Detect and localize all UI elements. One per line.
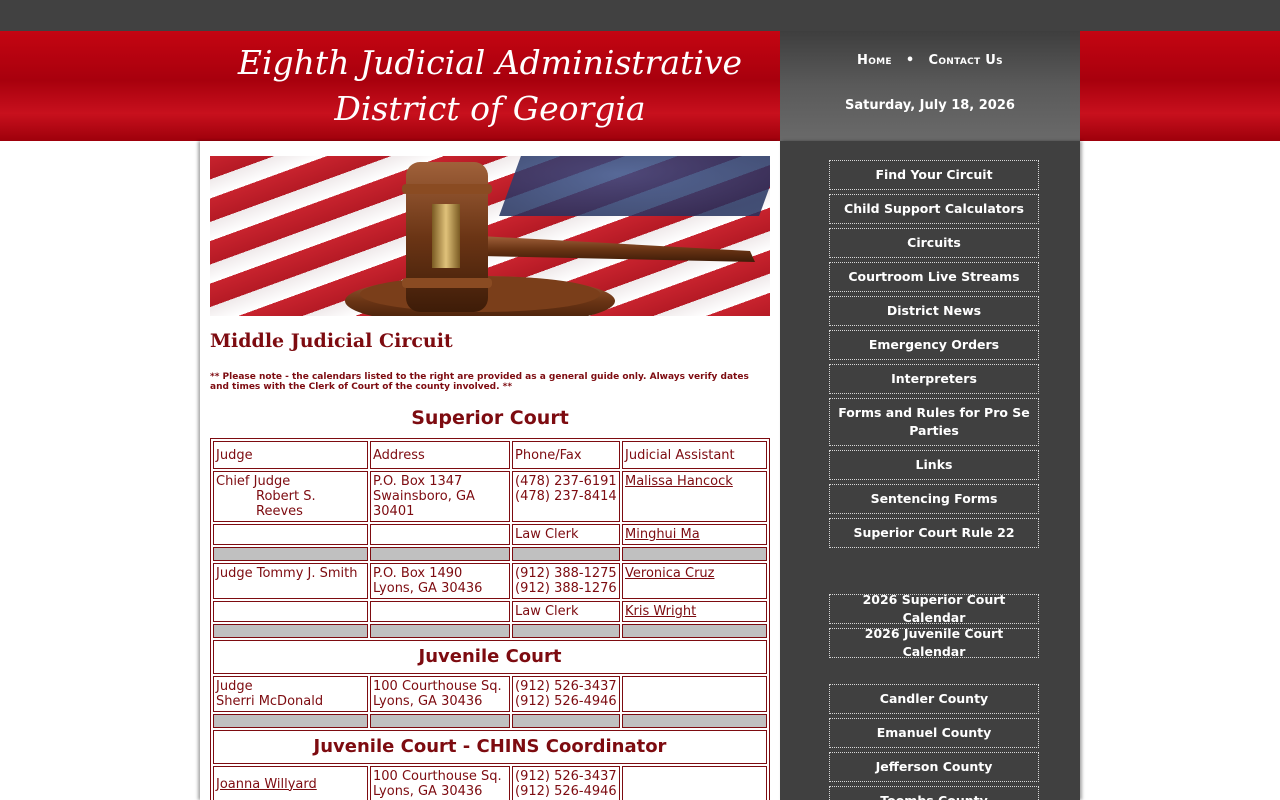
- sidebar-item-superior-calendar[interactable]: 2026 Superior Court Calendar: [829, 592, 1039, 625]
- phone-cell: (912) 526-3437 (912) 526-4946: [512, 676, 620, 712]
- sidebar-item-superior-court-rule-22[interactable]: Superior Court Rule 22: [829, 518, 1039, 548]
- law-clerk-email-link[interactable]: Kris Wright: [625, 604, 696, 619]
- table-row: Law Clerk Minghui Ma: [213, 524, 767, 545]
- sidebar-item-circuits[interactable]: Circuits: [829, 228, 1039, 258]
- sidebar-item-district-news[interactable]: District News: [829, 296, 1039, 326]
- assistant-email-link[interactable]: Malissa Hancock: [625, 474, 733, 489]
- page-title: Middle Judicial Circuit: [210, 330, 453, 352]
- col-address: Address: [370, 441, 510, 469]
- judge-cell: Chief Judge Robert S. Reeves: [213, 471, 368, 522]
- main-content: Middle Judicial Circuit ** Please note -…: [200, 141, 780, 800]
- juvenile-heading-row: Juvenile Court: [213, 640, 767, 674]
- nav-contact-link[interactable]: Contact Us: [929, 53, 1003, 68]
- address-cell: 100 Courthouse Sq. Lyons, GA 30436: [370, 676, 510, 712]
- calendar-disclaimer: ** Please note - the calendars listed to…: [210, 372, 749, 392]
- col-judge: Judge: [213, 441, 368, 469]
- sidebar-item-candler-county[interactable]: Candler County: [829, 684, 1039, 714]
- table-header-row: Judge Address Phone/Fax Judicial Assista…: [213, 441, 767, 469]
- gavel-icon: [345, 162, 755, 316]
- chins-coordinator-link[interactable]: Joanna Willyard: [216, 777, 317, 792]
- col-phone: Phone/Fax: [512, 441, 620, 469]
- chins-coordinator-heading: Juvenile Court - CHINS Coordinator: [213, 730, 767, 764]
- phone-cell: (912) 388-1275 (912) 388-1276: [512, 563, 620, 599]
- header-nav-panel: Home • Contact Us Saturday, July 18, 2026: [780, 31, 1080, 141]
- assistant-cell: Veronica Cruz: [622, 563, 767, 599]
- law-clerk-email-link[interactable]: Minghui Ma: [625, 527, 700, 542]
- law-clerk-label: Law Clerk: [512, 601, 620, 622]
- top-nav: Home • Contact Us: [780, 53, 1080, 68]
- chins-heading-row: Juvenile Court - CHINS Coordinator: [213, 730, 767, 764]
- sidebar-item-links[interactable]: Links: [829, 450, 1039, 480]
- table-row: Joanna Willyard 100 Courthouse Sq. Lyons,…: [213, 766, 767, 800]
- nav-separator: •: [905, 53, 915, 68]
- judge-cell: Judge Sherri McDonald: [213, 676, 368, 712]
- site-title[interactable]: Eighth Judicial Administrative District …: [200, 31, 780, 141]
- sidebar-item-sentencing-forms[interactable]: Sentencing Forms: [829, 484, 1039, 514]
- table-row: Law Clerk Kris Wright: [213, 601, 767, 622]
- current-date: Saturday, July 18, 2026: [845, 98, 1015, 113]
- phone-cell: (912) 526-3437 (912) 526-4946: [512, 766, 620, 800]
- sidebar-item-emergency-orders[interactable]: Emergency Orders: [829, 330, 1039, 360]
- top-bar: [0, 0, 1280, 31]
- table-row: Judge Sherri McDonald 100 Courthouse Sq. L…: [213, 676, 767, 712]
- law-clerk-label: Law Clerk: [512, 524, 620, 545]
- address-cell: P.O. Box 1490 Lyons, GA 30436: [370, 563, 510, 599]
- address-cell: P.O. Box 1347 Swainsboro, GA 30401: [370, 471, 510, 522]
- separator-row: [213, 547, 767, 561]
- col-assistant: Judicial Assistant: [622, 441, 767, 469]
- judge-cell: Joanna Willyard: [213, 766, 368, 800]
- judge-cell: Judge Tommy J. Smith: [213, 563, 368, 599]
- sidebar-item-interpreters[interactable]: Interpreters: [829, 364, 1039, 394]
- separator-row: [213, 624, 767, 638]
- sidebar-item-find-your-circuit[interactable]: Find Your Circuit: [829, 160, 1039, 190]
- address-cell: 100 Courthouse Sq. Lyons, GA 30436: [370, 766, 510, 800]
- table-row: Judge Tommy J. Smith P.O. Box 1490 Lyons,…: [213, 563, 767, 599]
- gavel-flag-banner: [210, 156, 770, 316]
- court-directory-table: Judge Address Phone/Fax Judicial Assista…: [210, 438, 770, 800]
- sidebar: Find Your Circuit Child Support Calculat…: [780, 141, 1080, 800]
- nav-home-link[interactable]: Home: [857, 53, 892, 68]
- phone-cell: (478) 237-6191 (478) 237-8414: [512, 471, 620, 522]
- separator-row: [213, 714, 767, 728]
- assistant-email-link[interactable]: Veronica Cruz: [625, 566, 714, 581]
- sidebar-item-pro-se-forms[interactable]: Forms and Rules for Pro Se Parties: [829, 398, 1039, 446]
- sidebar-item-emanuel-county[interactable]: Emanuel County: [829, 718, 1039, 748]
- sidebar-item-juvenile-calendar[interactable]: 2026 Juvenile Court Calendar: [829, 626, 1039, 659]
- sidebar-item-jefferson-county[interactable]: Jefferson County: [829, 752, 1039, 782]
- sidebar-item-courtroom-live-streams[interactable]: Courtroom Live Streams: [829, 262, 1039, 292]
- sidebar-item-child-support-calculators[interactable]: Child Support Calculators: [829, 194, 1039, 224]
- superior-court-heading: Superior Court: [411, 407, 569, 429]
- assistant-cell: Malissa Hancock: [622, 471, 767, 522]
- juvenile-court-heading: Juvenile Court: [213, 640, 767, 674]
- table-row: Chief Judge Robert S. Reeves P.O. Box 134…: [213, 471, 767, 522]
- sidebar-item-toombs-county[interactable]: Toombs County: [829, 786, 1039, 800]
